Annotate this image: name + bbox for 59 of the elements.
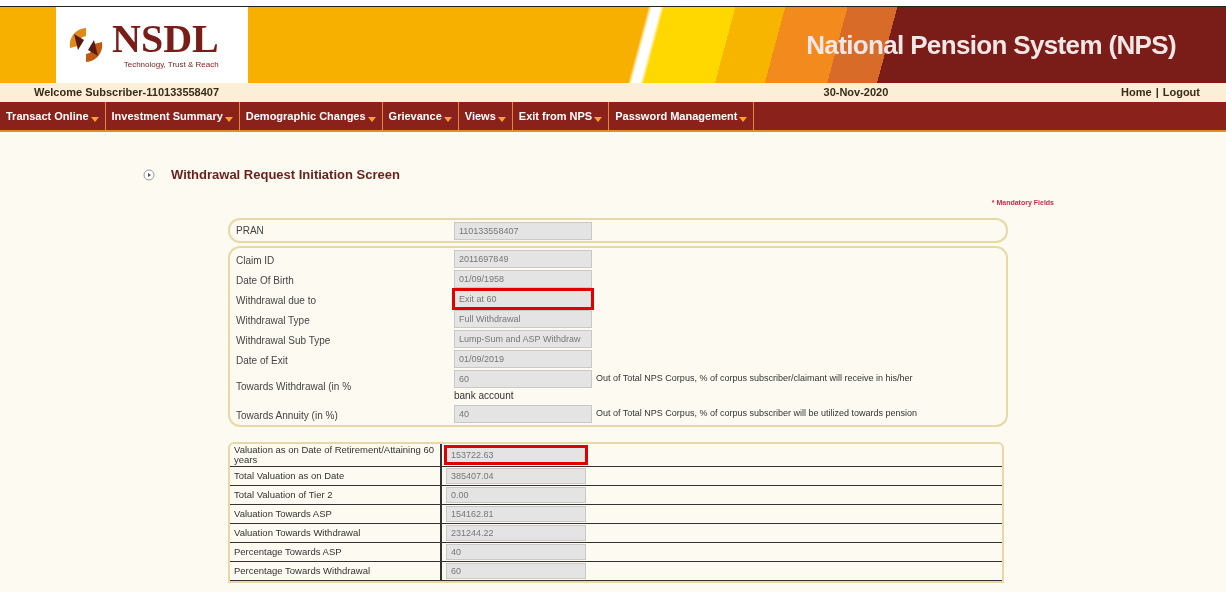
read-only-field[interactable]: 231244.22	[446, 525, 586, 541]
field-note: bank account	[454, 389, 515, 403]
caret-icon	[90, 116, 99, 122]
table-cell: Valuation as on Date of Retirement/Attaining 60 years	[230, 444, 442, 466]
table-cell: Percentage Towards Withdrawal	[230, 562, 442, 580]
read-only-field[interactable]: 60	[454, 370, 592, 388]
table-cell: Valuation Towards Withdrawal	[230, 524, 442, 542]
caret-icon	[367, 116, 376, 122]
read-only-field[interactable]: Exit at 60	[454, 290, 592, 308]
read-only-field[interactable]: 110133558407	[454, 221, 592, 240]
field-label: Towards Withdrawal (in %	[236, 380, 353, 394]
read-only-field[interactable]: Full Withdrawal	[454, 310, 592, 328]
read-only-field[interactable]: 2011697849	[454, 250, 592, 268]
nav-menu-item[interactable]: Exit from NPS	[512, 102, 610, 130]
caret-icon	[443, 116, 452, 122]
nav-menu-item[interactable]: Investment Summary	[105, 102, 240, 130]
nav-menu-item[interactable]: Grievance	[382, 102, 459, 130]
nav-menu-item[interactable]: Views	[458, 102, 513, 130]
field-note: Out of Total NPS Corpus, % of corpus subscriber will be utilized towards pension	[596, 407, 917, 421]
caret-icon	[497, 116, 506, 122]
read-only-field[interactable]: 154162.81	[446, 506, 586, 522]
field-label: Withdrawal Sub Type	[236, 334, 332, 348]
table-cell: Total Valuation as on Date	[230, 467, 442, 485]
field-label: Claim ID	[236, 254, 276, 268]
read-only-field[interactable]: 385407.04	[446, 468, 586, 484]
read-only-field[interactable]: Lump-Sum and ASP Withdraw	[454, 330, 592, 348]
read-only-field[interactable]: 40	[446, 544, 586, 560]
table-cell: Percentage Towards ASP	[230, 543, 442, 561]
date-text: 30-Nov-2020	[823, 85, 890, 101]
field-label: PRAN	[236, 224, 265, 238]
read-only-field[interactable]: 40	[454, 405, 592, 423]
caret-icon	[594, 116, 603, 122]
field-label: Withdrawal due to	[236, 294, 318, 308]
field-label: Date of Exit	[236, 354, 289, 368]
logo-text: NSDL	[112, 19, 219, 59]
read-only-field[interactable]: 0.00	[446, 487, 586, 503]
separator-text: |	[1155, 85, 1159, 101]
field-note: Out of Total NPS Corpus, % of corpus subscriber/claimant will receive in his/her	[596, 372, 913, 386]
nav-menu-item[interactable]: Transact Online	[0, 102, 106, 130]
logo-tagline: Technology, Trust & Reach	[123, 59, 219, 71]
field-label: Withdrawal Type	[236, 314, 311, 328]
field-label: Towards Annuity (in %)	[236, 409, 339, 423]
welcome-text: Welcome Subscriber-110133558407	[34, 85, 221, 101]
bullet-icon	[143, 168, 155, 181]
read-only-field[interactable]: 01/09/2019	[454, 350, 592, 368]
nav-menu-item[interactable]: Password Management	[609, 102, 755, 130]
header-link[interactable]: Logout	[1162, 84, 1200, 101]
caret-icon	[739, 116, 748, 122]
table-cell: Total Valuation of Tier 2	[230, 486, 442, 504]
nav-menu-item[interactable]: Demographic Changes	[239, 102, 383, 130]
caret-icon	[224, 116, 233, 122]
site-title: National Pension System (NPS)	[806, 28, 1176, 62]
field-label: Date Of Birth	[236, 274, 295, 288]
read-only-field[interactable]: 153722.63	[446, 447, 586, 463]
page-title: Withdrawal Request Initiation Screen	[171, 166, 400, 184]
read-only-field[interactable]: 60	[446, 563, 586, 579]
table-cell: Valuation Towards ASP	[230, 505, 442, 523]
read-only-field[interactable]: 01/09/1958	[454, 270, 592, 288]
header-link[interactable]: Home	[1121, 84, 1152, 101]
